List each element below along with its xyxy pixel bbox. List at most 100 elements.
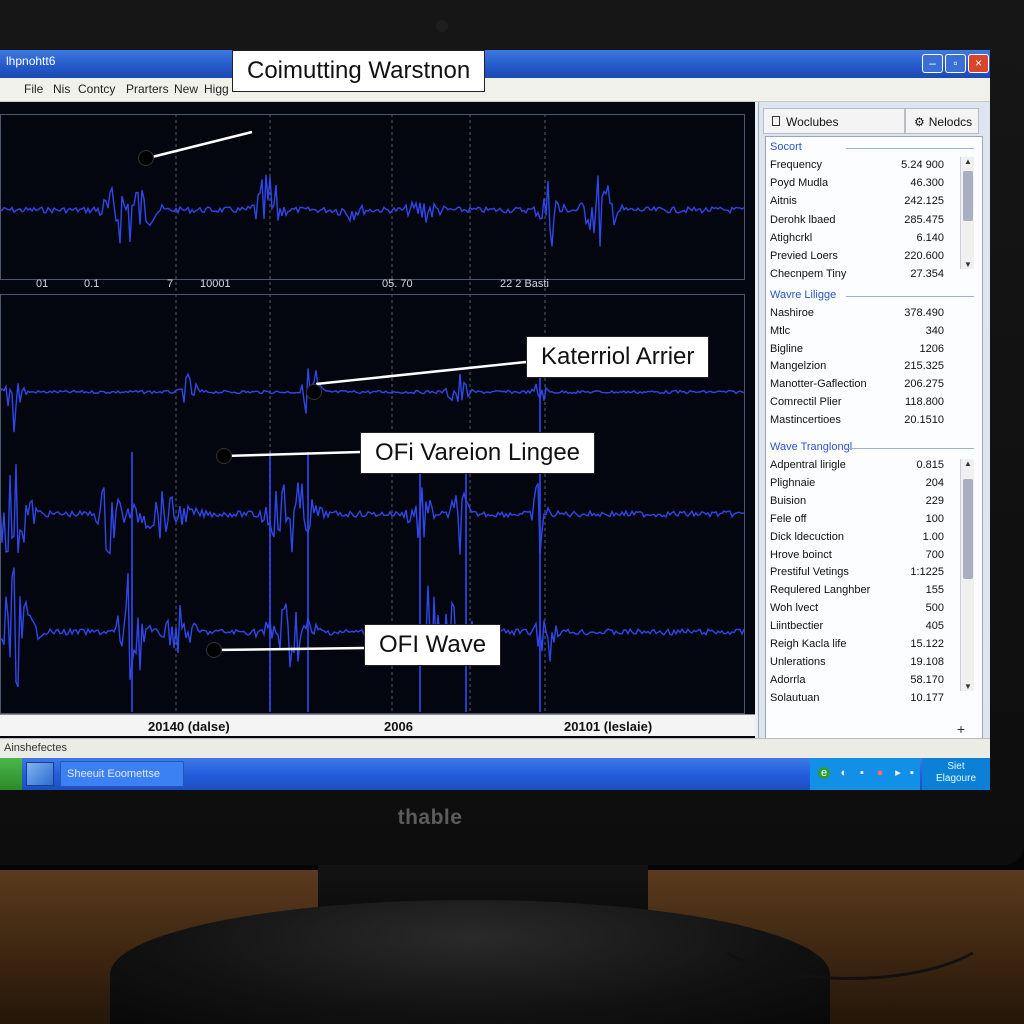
screen: lhpnohtt6 – ▫ × File Nis Contcy Prarters… xyxy=(0,50,990,790)
property-value: 118.800 xyxy=(905,396,944,408)
property-label: Buision xyxy=(770,494,807,507)
property-value: 15.122 xyxy=(910,638,944,650)
cable xyxy=(700,860,1000,980)
tray-extra-icon[interactable]: ▪ xyxy=(906,767,918,779)
time-axis-label: 20101 (leslaie) xyxy=(564,719,653,734)
maximize-button[interactable]: ▫ xyxy=(945,54,966,73)
time-axis: 20140 (dalse) 2006 20101 (leslaie) xyxy=(0,714,755,736)
property-value: 1206 xyxy=(919,342,944,355)
property-label: Unlerations xyxy=(770,655,826,668)
callout-marker xyxy=(216,448,232,464)
property-label: Reigh Kacla life xyxy=(770,638,847,650)
scroll-thumb[interactable] xyxy=(963,479,973,579)
property-value: 700 xyxy=(925,548,944,561)
close-button[interactable]: × xyxy=(968,54,989,73)
time-axis-label: 20140 (dalse) xyxy=(148,719,230,734)
property-value: 20.1510 xyxy=(904,413,944,426)
property-value: 285.475 xyxy=(904,213,944,226)
scroll-down-icon[interactable]: ▼ xyxy=(961,682,975,691)
property-label: Fele off xyxy=(770,512,807,525)
property-value: 19.108 xyxy=(910,655,944,668)
tab-label: Woclubes xyxy=(786,115,839,129)
menu-higg[interactable]: Higg xyxy=(204,82,229,96)
scrollbar[interactable]: ▲ ▼ xyxy=(960,459,974,691)
settings-icon: ⚙ xyxy=(914,115,925,129)
volume-icon[interactable]: ◐ xyxy=(838,767,850,779)
monitor-brand: thable xyxy=(397,806,463,829)
start-button[interactable] xyxy=(0,758,22,790)
shield-icon[interactable]: ▪ xyxy=(856,767,868,779)
webcam-icon xyxy=(436,20,448,32)
group-divider xyxy=(846,148,974,149)
property-value: 6.140 xyxy=(916,231,944,244)
system-tray: e ◐ ▪ ● ▸ ▪ xyxy=(810,758,920,790)
network-icon[interactable]: e xyxy=(818,767,830,779)
menu-file[interactable]: File xyxy=(24,82,43,96)
property-label: Comrectil Plier xyxy=(770,396,842,408)
callout-lower: OFi Vareion Lingee xyxy=(360,432,596,474)
clock[interactable]: Siet Elagoure xyxy=(922,758,990,790)
property-value: 27.354 xyxy=(910,268,944,281)
property-label: Aitnis xyxy=(770,195,797,208)
chevron-icon[interactable]: ▸ xyxy=(892,767,904,779)
time-axis-label: 2006 xyxy=(384,719,413,734)
property-label: Hrove boinct xyxy=(770,548,832,561)
scrollbar[interactable]: ▲ ▼ xyxy=(960,157,974,269)
property-value: 500 xyxy=(925,602,944,615)
property-value: 46.300 xyxy=(910,177,944,190)
scroll-up-icon[interactable]: ▲ xyxy=(961,157,975,166)
tab-woclubes[interactable]: Woclubes xyxy=(763,108,905,134)
menu-new[interactable]: New xyxy=(174,82,198,96)
clock-line: Elagoure xyxy=(935,773,977,784)
top-axis-tick: 22 2 Basti xyxy=(500,278,549,290)
status-bar: Ainshefectes xyxy=(0,738,990,758)
menu-contcy[interactable]: Contcy xyxy=(78,82,115,96)
property-value: 1:1225 xyxy=(910,566,944,579)
property-label: Derohk lbaed xyxy=(770,213,836,226)
property-label: Requlered Langhber xyxy=(770,584,871,597)
menu-nis[interactable]: Nis xyxy=(53,82,70,96)
property-value: 229 xyxy=(925,494,944,507)
property-label: Manotter-Gaflection xyxy=(770,378,867,391)
property-value: 215.325 xyxy=(904,360,944,373)
group-title: Wavre Liligge xyxy=(770,289,837,301)
property-value: 58.170 xyxy=(910,673,944,686)
properties-panel: Woclubes ⚙ Nelodcs Socort Frequency 5.24 90… xyxy=(758,102,990,752)
scroll-thumb[interactable] xyxy=(963,171,973,221)
property-label: Woh lvect xyxy=(770,602,819,615)
property-value: 242.125 xyxy=(904,195,944,208)
top-axis-tick: 01 xyxy=(36,278,49,290)
property-label: Poyd Mudla xyxy=(770,177,829,190)
property-label: Atighcrkl xyxy=(770,231,813,244)
add-icon[interactable]: + xyxy=(952,721,970,737)
scroll-down-icon[interactable]: ▼ xyxy=(961,260,975,269)
property-value: 10.177 xyxy=(910,691,944,704)
property-list[interactable]: Socort Frequency 5.24 900 Poyd Mudla 46.300 A… xyxy=(765,136,983,748)
property-label: Adpentral lirigle xyxy=(770,459,846,471)
app-icon[interactable] xyxy=(26,762,54,786)
property-value: 0.815 xyxy=(916,459,944,471)
property-value: 155 xyxy=(925,584,944,597)
title-bar: lhpnohtt6 – ▫ × xyxy=(0,50,990,78)
property-label: Previed Loers xyxy=(770,250,838,262)
alert-icon[interactable]: ● xyxy=(874,767,886,779)
callout-marker xyxy=(206,642,222,658)
menu-prarters[interactable]: Prarters xyxy=(126,82,169,96)
panel-tabs: Woclubes ⚙ Nelodcs xyxy=(759,106,990,134)
minimize-button[interactable]: – xyxy=(922,54,943,73)
property-label: Nashiroe xyxy=(770,307,815,319)
property-value: 206.275 xyxy=(904,378,944,391)
scroll-up-icon[interactable]: ▲ xyxy=(961,459,975,468)
top-wave-panel-frame xyxy=(0,114,745,280)
callout-marker xyxy=(138,150,154,166)
property-value: 405 xyxy=(925,620,944,633)
taskbar-app-button[interactable]: Sheeuit Eoomettse xyxy=(60,761,184,787)
callout-marker xyxy=(306,384,322,400)
property-label: Bigline xyxy=(770,342,804,355)
property-value: 340 xyxy=(925,324,944,337)
property-label: Adorrla xyxy=(770,673,806,686)
tab-nelodcs[interactable]: ⚙ Nelodcs xyxy=(905,108,979,134)
top-axis-tick: 05. 70 xyxy=(382,278,413,290)
property-label: Mangelzion xyxy=(770,360,827,373)
property-label: Checnpem Tiny xyxy=(770,268,847,281)
